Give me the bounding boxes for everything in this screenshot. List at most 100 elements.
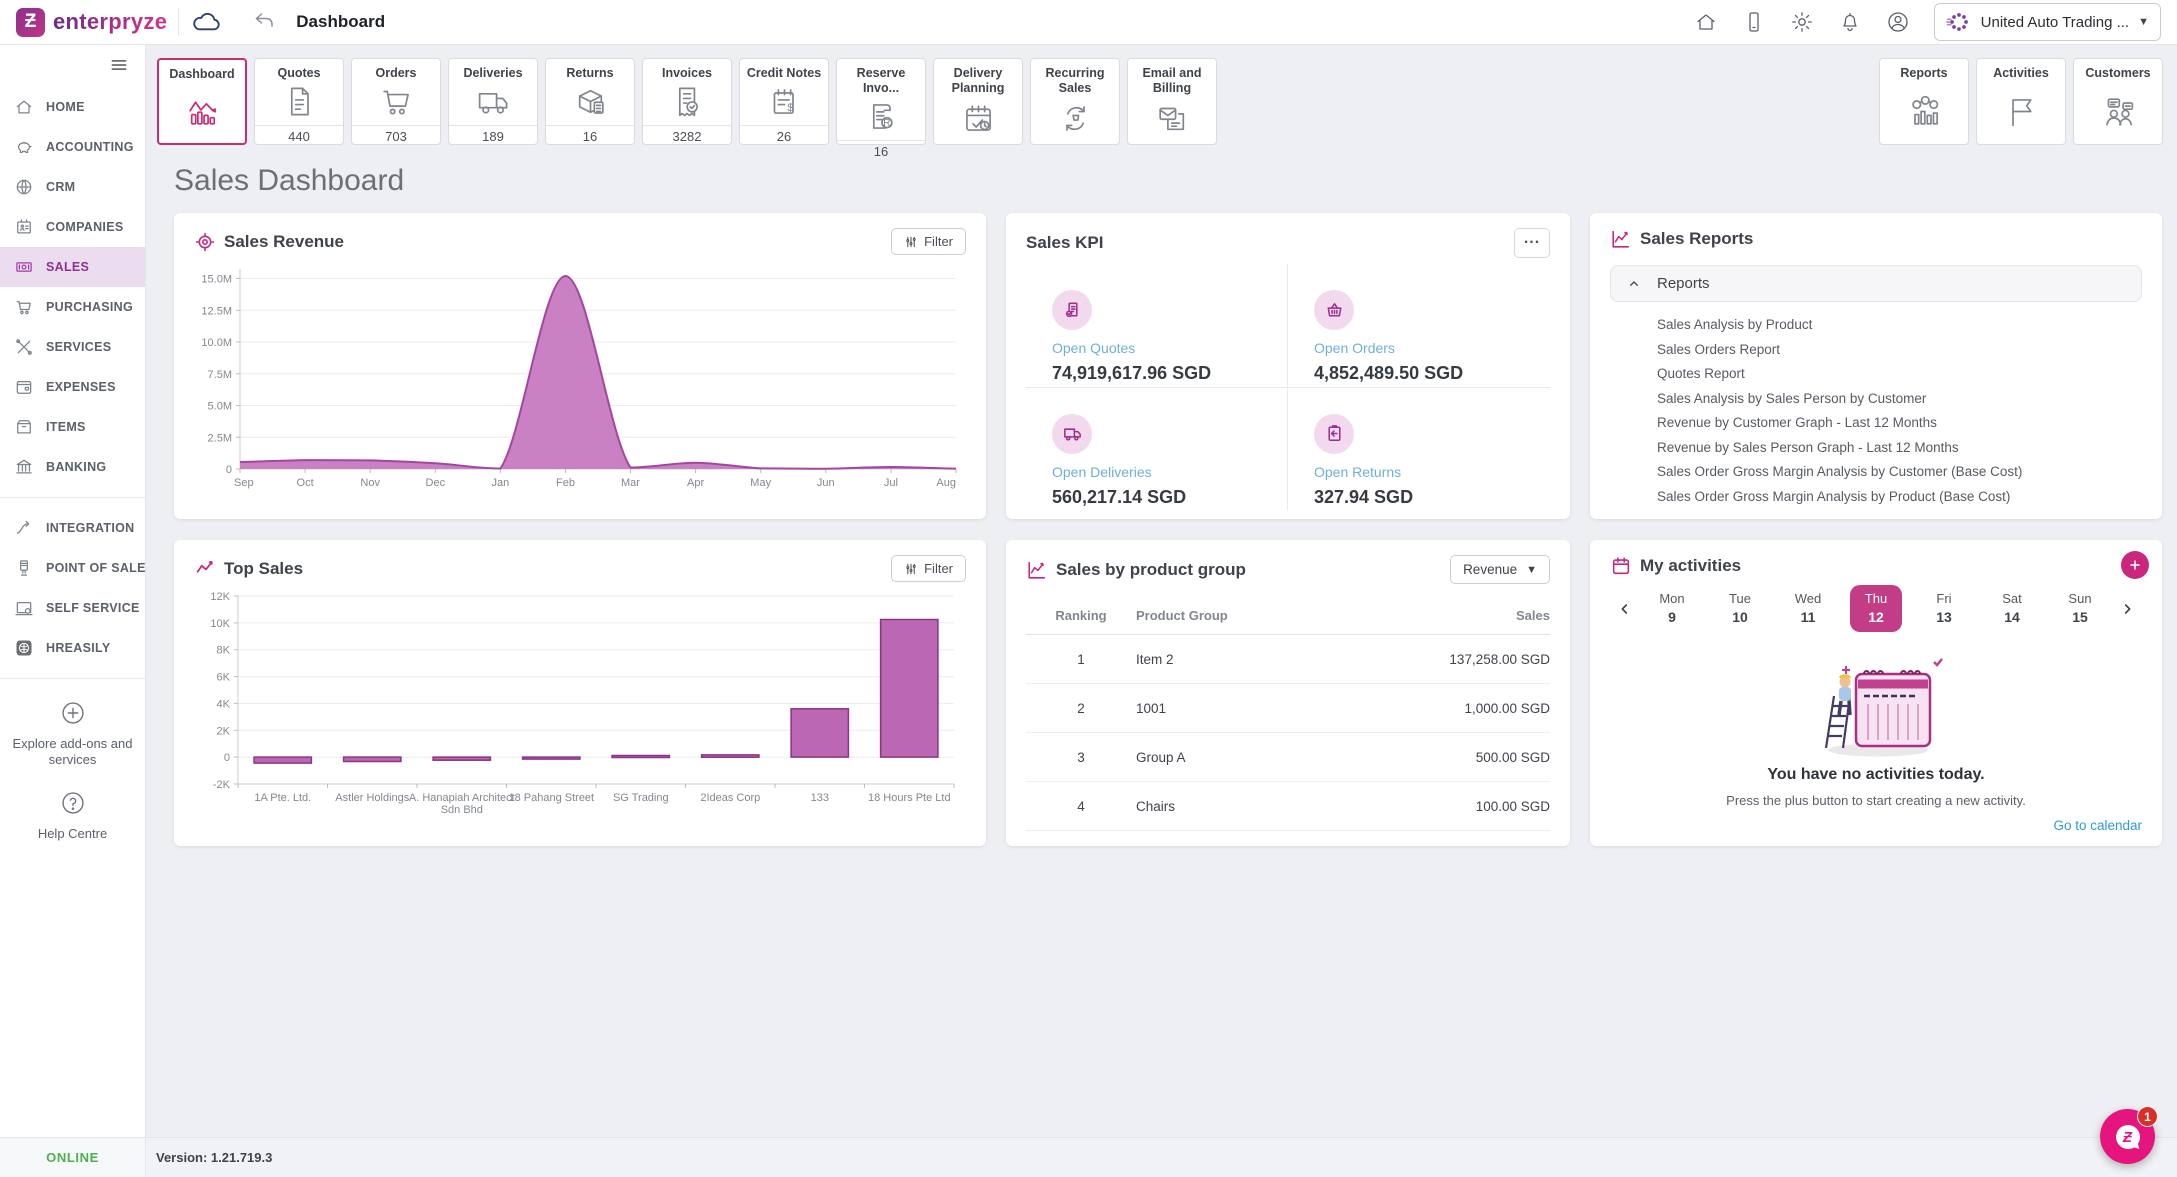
cloud-sync-icon <box>190 6 222 38</box>
sidebar-item-expenses[interactable]: EXPENSES <box>0 367 145 407</box>
sidebar-item-accounting[interactable]: ACCOUNTING <box>0 127 145 167</box>
sidebar-item-services[interactable]: SERVICES <box>0 327 145 367</box>
day-number: 13 <box>1918 609 1970 625</box>
sidebar-item-items[interactable]: ITEMS <box>0 407 145 447</box>
sidebar-item-hreasily[interactable]: HREASILY <box>0 628 145 668</box>
tab-activities[interactable]: Activities <box>1976 58 2066 145</box>
chevron-right-icon[interactable] <box>2114 601 2140 617</box>
chevron-left-icon[interactable] <box>1612 601 1638 617</box>
company-selector[interactable]: United Auto Trading ... ▼ <box>1934 3 2161 41</box>
svg-text:Aug: Aug <box>936 477 956 489</box>
cell-product-group: Item 2 <box>1136 635 1333 684</box>
kpi-label[interactable]: Open Orders <box>1314 340 1550 356</box>
report-link-sales-analysis-by-product[interactable]: Sales Analysis by Product <box>1657 317 2142 332</box>
sidebar-item-label: SERVICES <box>46 340 111 354</box>
settings-gear-icon[interactable] <box>1790 10 1814 34</box>
tab-recurring-sales[interactable]: Recurring Sales <box>1030 58 1120 145</box>
integration-icon <box>14 518 34 538</box>
sidebar-item-label: HREASILY <box>46 641 110 655</box>
hamburger-menu-icon[interactable] <box>0 45 145 87</box>
sidebar-item-crm[interactable]: CRM <box>0 167 145 207</box>
filter-button[interactable]: Filter <box>891 555 966 582</box>
tab-email-and-billing[interactable]: Email and Billing <box>1127 58 1217 145</box>
day-number: 11 <box>1782 609 1834 625</box>
sidebar-footer-help-centre[interactable]: Help Centre <box>0 789 145 842</box>
mobile-icon[interactable] <box>1742 10 1766 34</box>
kpi-value: 560,217.14 SGD <box>1052 487 1287 508</box>
notifications-bell-icon[interactable] <box>1838 10 1862 34</box>
tab-count: 189 <box>449 125 537 148</box>
tab-reports[interactable]: Reports <box>1879 58 1969 145</box>
day-mon[interactable]: Mon9 <box>1638 585 1706 632</box>
version-bar: Version: 1.21.719.3 <box>146 1137 2177 1177</box>
id-card-icon <box>14 217 34 237</box>
sidebar-item-integration[interactable]: INTEGRATION <box>0 508 145 548</box>
day-sat[interactable]: Sat14 <box>1978 585 2046 632</box>
reports-accordion[interactable]: Reports <box>1610 265 2142 302</box>
report-link-revenue-by-sales-person-graph-last-12-mo[interactable]: Revenue by Sales Person Graph - Last 12 … <box>1657 440 2142 455</box>
report-link-sales-analysis-by-sales-person-by-custom[interactable]: Sales Analysis by Sales Person by Custom… <box>1657 391 2142 406</box>
sidebar-item-companies[interactable]: COMPANIES <box>0 207 145 247</box>
add-activity-button[interactable] <box>2121 551 2149 579</box>
sidebar-item-home[interactable]: HOME <box>0 87 145 127</box>
svg-text:5.0M: 5.0M <box>208 401 232 413</box>
table-row[interactable]: 210011,000.00 SGD <box>1026 684 1550 733</box>
report-link-sales-order-gross-margin-analysis-by-cus[interactable]: Sales Order Gross Margin Analysis by Cus… <box>1657 464 2142 479</box>
report-link-revenue-by-customer-graph-last-12-months[interactable]: Revenue by Customer Graph - Last 12 Mont… <box>1657 415 2142 430</box>
day-thu[interactable]: Thu12 <box>1842 585 1910 632</box>
chat-bubble-button[interactable]: Ƶ 1 <box>2100 1109 2155 1164</box>
home-icon[interactable] <box>1694 10 1718 34</box>
sidebar-item-self-service[interactable]: SELF SERVICE <box>0 588 145 628</box>
kpi-label[interactable]: Open Quotes <box>1052 340 1287 356</box>
day-fri[interactable]: Fri13 <box>1910 585 1978 632</box>
sidebar-footer-explore-add-ons-and-services[interactable]: Explore add-ons and services <box>0 699 145 769</box>
sidebar-item-label: COMPANIES <box>46 220 123 234</box>
cell-ranking: 3 <box>1026 733 1136 782</box>
revenue-dropdown[interactable]: Revenue ▼ <box>1450 555 1550 584</box>
enterpryze-logo-icon[interactable]: Ƶ <box>16 8 45 37</box>
account-user-icon[interactable] <box>1886 10 1910 34</box>
tab-credit-notes[interactable]: Credit Notes$26 <box>739 58 829 145</box>
sidebar-item-banking[interactable]: BANKING <box>0 447 145 487</box>
back-arrow-icon[interactable] <box>252 10 276 34</box>
svg-text:2Ideas Corp: 2Ideas Corp <box>700 792 760 804</box>
report-link-quotes-report[interactable]: Quotes Report <box>1657 366 2142 381</box>
kpi-label[interactable]: Open Deliveries <box>1052 464 1287 480</box>
delivery-planning-icon <box>934 96 1022 144</box>
tab-dashboard[interactable]: Dashboard <box>157 58 247 145</box>
day-wed[interactable]: Wed11 <box>1774 585 1842 632</box>
tab-quotes[interactable]: Quotes440 <box>254 58 344 145</box>
sidebar-item-sales[interactable]: SALES <box>0 247 145 287</box>
topbar-icon-group <box>1694 10 1910 34</box>
table-row[interactable]: 4Chairs100.00 SGD <box>1026 782 1550 831</box>
tab-reserve-invo[interactable]: Reserve Invo...R16 <box>836 58 926 145</box>
tab-count: 16 <box>546 125 634 148</box>
report-link-sales-orders-report[interactable]: Sales Orders Report <box>1657 342 2142 357</box>
tab-customers[interactable]: Customers <box>2073 58 2163 145</box>
table-row[interactable]: 3Group A500.00 SGD <box>1026 733 1550 782</box>
orders-cart-icon <box>352 81 440 125</box>
filter-button[interactable]: Filter <box>891 228 966 255</box>
go-to-calendar-link[interactable]: Go to calendar <box>2053 818 2142 833</box>
cell-product-group: Chairs <box>1136 782 1333 831</box>
svg-text:SG Trading: SG Trading <box>613 792 669 804</box>
my-activities-card: My activities Mon9Tue10Wed11Thu12Fri13Sa… <box>1590 540 2162 846</box>
chat-z-icon: Ƶ <box>2111 1120 2145 1154</box>
tab-invoices[interactable]: Invoices3282 <box>642 58 732 145</box>
table-row[interactable]: 1Item 2137,258.00 SGD <box>1026 635 1550 684</box>
tab-orders[interactable]: Orders703 <box>351 58 441 145</box>
sidebar-item-point-of-sale[interactable]: POINT OF SALE <box>0 548 145 588</box>
more-options-button[interactable]: ... <box>1514 228 1550 258</box>
open-quotes-icon <box>1052 290 1092 330</box>
day-sun[interactable]: Sun15 <box>2046 585 2114 632</box>
day-tue[interactable]: Tue10 <box>1706 585 1774 632</box>
tab-deliveries[interactable]: Deliveries189 <box>448 58 538 145</box>
bank-icon <box>14 457 34 477</box>
tab-delivery-planning[interactable]: Delivery Planning <box>933 58 1023 145</box>
report-link-sales-order-gross-margin-analysis-by-pro[interactable]: Sales Order Gross Margin Analysis by Pro… <box>1657 489 2142 504</box>
sidebar-item-purchasing[interactable]: PURCHASING <box>0 287 145 327</box>
tab-returns[interactable]: Returns16 <box>545 58 635 145</box>
kpi-label[interactable]: Open Returns <box>1314 464 1550 480</box>
svg-text:-2K: -2K <box>213 779 231 791</box>
company-logo-icon <box>1946 9 1972 35</box>
